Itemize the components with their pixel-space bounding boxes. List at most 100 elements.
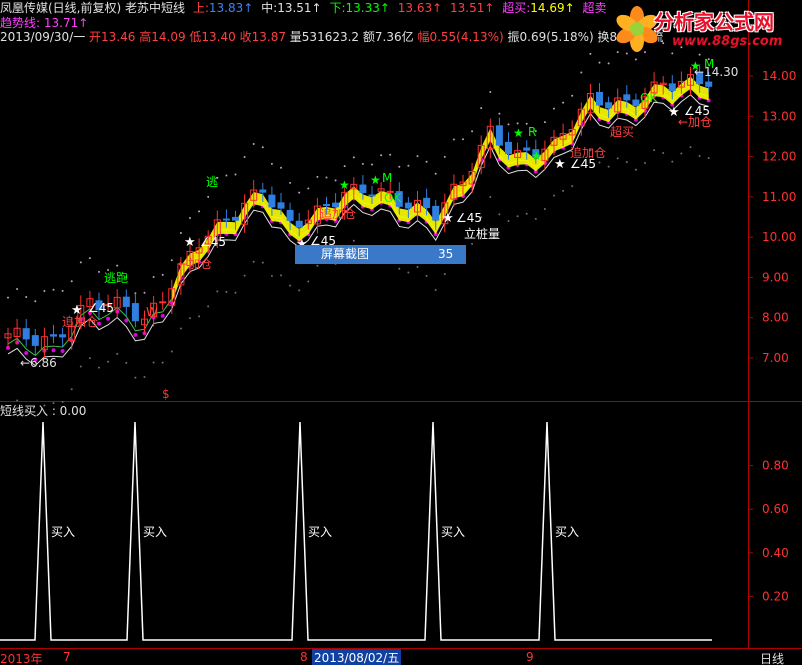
lower-band-dot (189, 317, 191, 320)
angle45-label: ∠45 (200, 235, 226, 249)
upper-band-dot (207, 195, 210, 198)
green-star-marker: ★ (370, 173, 381, 187)
star-marker: ★ (554, 157, 566, 172)
upper-band-dot (143, 291, 146, 294)
lower-band-dot (261, 261, 264, 264)
upper-band-dot (371, 163, 373, 166)
lower-band-dot (152, 361, 155, 364)
angle45-label-5: ∠45 (570, 157, 596, 171)
green-star-marker: ★ (531, 149, 542, 163)
star-marker: ★ (668, 105, 680, 120)
upper-band-dot (298, 191, 301, 194)
lower-band-dot (207, 305, 210, 308)
upper-band-dot (334, 179, 337, 182)
candle-down (222, 218, 230, 221)
price-chart: 14.00 13.00 12.00 11.00 10.00 9.00 8.00 7.00 0.… (0, 0, 802, 649)
upper-band-dot (170, 259, 173, 262)
signal-axis: 0.80 0.60 0.40 0.20 (748, 459, 789, 603)
lower-band-dot (707, 157, 710, 160)
candle-down (404, 202, 412, 209)
lower-band-dot (270, 274, 273, 277)
candle-down (596, 91, 603, 106)
lower-band-dot (425, 274, 428, 277)
upper-band-dot (398, 165, 401, 168)
upper-band-dot (261, 146, 264, 149)
candle-down (668, 83, 676, 92)
lower-band-dot (179, 327, 182, 330)
upper-band-dot (179, 232, 182, 235)
upper-band-dot (571, 94, 574, 97)
candle-down (432, 205, 440, 221)
upper-band-dot (79, 261, 82, 264)
lower-band-dot (125, 361, 128, 364)
buy-label: 买入 (555, 525, 579, 539)
lower-band-dot (662, 151, 665, 154)
low-price-mark: ←6.86 (20, 356, 57, 370)
candle-down (295, 220, 303, 228)
lower-band-dot (507, 219, 510, 222)
buy-label: 买入 (308, 525, 332, 539)
date-month-9: 9 (526, 650, 534, 664)
candle-down (286, 209, 294, 221)
candle-down (259, 189, 267, 193)
lower-band-dot (653, 149, 656, 152)
w-label: W (146, 305, 158, 319)
lower-band-dot (525, 212, 528, 215)
ok-label: OK (384, 191, 402, 205)
candle-down (277, 202, 285, 209)
candle-down (232, 216, 239, 221)
candle-up (159, 301, 167, 304)
add-position3-label: 追加仓 (320, 206, 356, 221)
lower-band-dot (689, 146, 692, 149)
lower-band-dot (498, 213, 501, 216)
lower-band-dot (234, 291, 237, 294)
lower-band-dot (143, 375, 146, 378)
trend-dot (160, 313, 165, 318)
ok-label-2: OK (640, 91, 658, 105)
screenshot-popup[interactable]: 屏幕截图 35 (295, 245, 466, 264)
upper-band-dot (498, 112, 501, 115)
green-star-marker: ★ (339, 178, 350, 192)
escape2-label: 逃 (206, 175, 218, 189)
band-dots (6, 38, 711, 417)
trend-dot (133, 332, 138, 337)
date-month-7: 7 (63, 650, 71, 664)
lower-band-dot (98, 366, 100, 369)
lower-band-dot (243, 274, 246, 277)
upper-band-dot (452, 138, 455, 141)
lower-band-dot (671, 160, 674, 163)
star-marker: ★ (71, 303, 83, 318)
lower-band-dot (571, 185, 574, 188)
price-tick-label: 7.00 (762, 351, 789, 365)
lower-band-dot (170, 350, 173, 353)
price-tick-label: 14.00 (762, 69, 796, 83)
angle45-label-6: ∠45 (684, 104, 710, 118)
popup-label: 屏幕截图 (321, 247, 370, 261)
lower-band-dot (625, 161, 628, 164)
lizhuang-label: 立桩量 (464, 226, 500, 241)
lower-band-dot (607, 165, 610, 168)
buy-label: 买入 (441, 525, 465, 539)
candle-down (632, 99, 640, 106)
signal-tick-label: 0.60 (762, 502, 789, 516)
lower-band-dot (225, 290, 228, 293)
upper-band-dot (316, 175, 319, 178)
candle-down (705, 81, 713, 87)
price-tick-label: 12.00 (762, 150, 796, 164)
buy-label: 买入 (51, 525, 75, 539)
lower-band-dot (407, 271, 410, 274)
lower-band-dot (598, 161, 601, 164)
candle-down (59, 334, 67, 338)
upper-band-dot (198, 210, 201, 213)
lower-band-dot (134, 376, 137, 379)
lower-band-dot (562, 189, 565, 192)
upper-band-dot (480, 107, 483, 110)
upper-band-dot (462, 138, 464, 141)
candle-down (623, 94, 631, 101)
upper-band-dot (88, 257, 91, 260)
candle-down (359, 184, 367, 193)
upper-band-dot (25, 295, 28, 298)
chart-window: { "header": { "stock_name": "凤凰传媒(日线,前复权… (0, 0, 802, 665)
lower-band-dot (398, 267, 401, 270)
logo-url: www.88gs.com (672, 34, 783, 49)
